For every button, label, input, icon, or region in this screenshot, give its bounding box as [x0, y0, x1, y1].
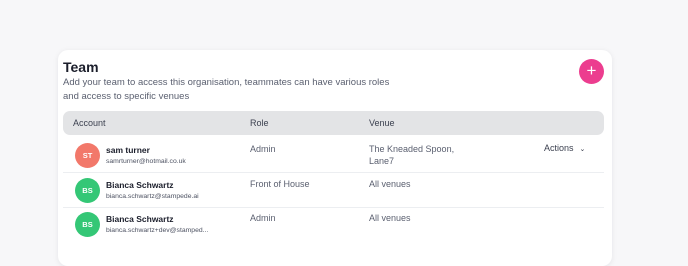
actions-dropdown[interactable]: Actions ⌄: [544, 143, 585, 153]
member-email: bianca.schwartz+dev@stamped...: [106, 227, 209, 234]
member-venue: All venues: [369, 213, 411, 223]
member-role: Admin: [250, 144, 276, 154]
member-name: sam turner: [106, 145, 150, 155]
avatar: ST: [75, 143, 100, 168]
member-email: samrturner@hotmail.co.uk: [106, 158, 186, 165]
avatar: BS: [75, 178, 100, 203]
table-header: Account Role Venue: [63, 111, 604, 135]
row-divider: [63, 172, 604, 173]
member-name: Bianca Schwartz: [106, 180, 174, 190]
member-name: Bianca Schwartz: [106, 214, 174, 224]
row-divider: [63, 207, 604, 208]
member-role: Front of House: [250, 179, 310, 189]
table-row[interactable]: BS Bianca Schwartz bianca.schwartz+dev@s…: [63, 212, 604, 248]
member-venue: All venues: [369, 179, 411, 189]
member-venue: The Kneaded Spoon, Lane7: [369, 143, 454, 167]
actions-label: Actions: [544, 143, 574, 153]
page-title: Team: [63, 59, 99, 75]
page-subtitle: Add your team to access this organisatio…: [63, 76, 393, 104]
subtitle-line-1: Add your team to access this organisatio…: [63, 77, 390, 88]
column-header-account: Account: [73, 118, 106, 128]
team-card: Team Add your team to access this organi…: [58, 50, 612, 266]
avatar: BS: [75, 212, 100, 237]
member-email: bianca.schwartz@stampede.ai: [106, 193, 199, 200]
subtitle-line-2: and access to specific venues: [63, 91, 190, 102]
venue-line-2: Lane7: [369, 156, 395, 166]
add-teammate-button[interactable]: +: [579, 59, 604, 84]
venue-line-1: The Kneaded Spoon,: [369, 144, 455, 154]
table-row[interactable]: ST sam turner samrturner@hotmail.co.uk A…: [63, 143, 604, 179]
member-role: Admin: [250, 213, 276, 223]
table-row[interactable]: BS Bianca Schwartz bianca.schwartz@stamp…: [63, 178, 604, 214]
column-header-venue: Venue: [369, 118, 395, 128]
column-header-role: Role: [250, 118, 269, 128]
chevron-down-icon: ⌄: [579, 146, 586, 153]
plus-icon: +: [586, 61, 597, 80]
